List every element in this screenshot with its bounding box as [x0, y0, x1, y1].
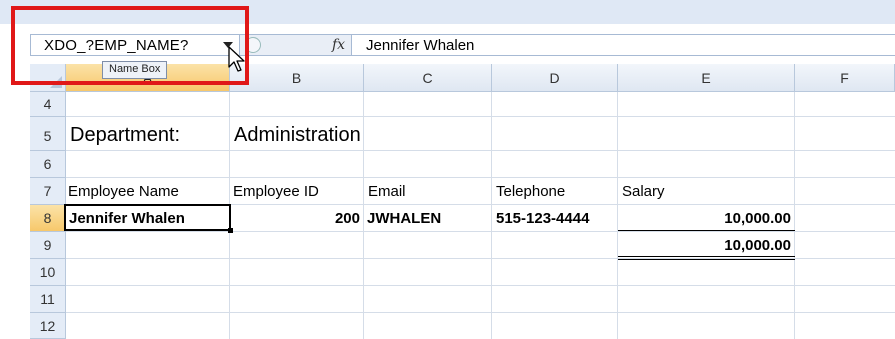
mouse-pointer-icon — [228, 46, 245, 72]
gridline — [66, 231, 895, 232]
cell-b5-department-value[interactable]: Administration — [234, 124, 361, 147]
cell-d8-telephone[interactable]: 515-123-4444 — [496, 210, 589, 227]
select-all-icon — [50, 76, 62, 88]
fill-handle[interactable] — [228, 228, 233, 233]
column-header-f[interactable]: F — [795, 64, 895, 92]
single-border-line — [618, 230, 795, 231]
cell-a5-department-label[interactable]: Department: — [70, 124, 180, 147]
column-header-e[interactable]: E — [618, 64, 795, 92]
select-all-button[interactable] — [30, 64, 66, 92]
row-header-9[interactable]: 9 — [30, 232, 66, 259]
cell-b7-header[interactable]: Employee ID — [233, 183, 319, 200]
insert-function-button[interactable]: fx — [332, 37, 345, 53]
cell-e8-salary[interactable]: 10,000.00 — [618, 210, 791, 227]
cell-b8-employee-id[interactable]: 200 — [230, 210, 360, 227]
cell-c8-email[interactable]: JWHALEN — [367, 210, 441, 227]
ribbon-bottom-strip — [0, 0, 895, 24]
row-header-10[interactable]: 10 — [30, 259, 66, 286]
cell-e7-header[interactable]: Salary — [622, 183, 665, 200]
gridline — [363, 92, 364, 339]
name-box-value[interactable]: XDO_?EMP_NAME? — [44, 37, 189, 54]
gridline — [66, 312, 895, 313]
double-border-line — [618, 256, 795, 257]
cell-c7-header[interactable]: Email — [368, 183, 406, 200]
row-header-12[interactable]: 12 — [30, 313, 66, 339]
cell-d7-header[interactable]: Telephone — [496, 183, 565, 200]
gridline — [794, 92, 795, 339]
column-header-c[interactable]: C — [364, 64, 492, 92]
name-box[interactable]: XDO_?EMP_NAME? — [30, 34, 240, 56]
formula-value[interactable]: Jennifer Whalen — [366, 37, 474, 54]
gridline — [66, 177, 895, 178]
cell-e9-total-salary[interactable]: 10,000.00 — [618, 237, 791, 254]
gridline — [66, 285, 895, 286]
column-header-d[interactable]: D — [492, 64, 618, 92]
row-header-7[interactable]: 7 — [30, 178, 66, 205]
cell-a7-header[interactable]: Employee Name — [68, 183, 179, 200]
column-header-b[interactable]: B — [230, 64, 364, 92]
row-header-6[interactable]: 6 — [30, 151, 66, 178]
row-header-11[interactable]: 11 — [30, 286, 66, 313]
row-header-4[interactable]: 4 — [30, 92, 66, 117]
row-header-8[interactable]: 8 — [30, 205, 66, 232]
active-cell-border — [64, 204, 231, 231]
name-box-tooltip: Name Box — [102, 61, 168, 79]
formula-input[interactable]: Jennifer Whalen — [352, 34, 895, 56]
gridline — [491, 92, 492, 339]
gridline — [66, 116, 895, 117]
double-border-line — [618, 259, 795, 260]
row-header-5[interactable]: 5 — [30, 117, 66, 151]
gridline — [66, 150, 895, 151]
formula-buttons: fx — [240, 34, 352, 56]
